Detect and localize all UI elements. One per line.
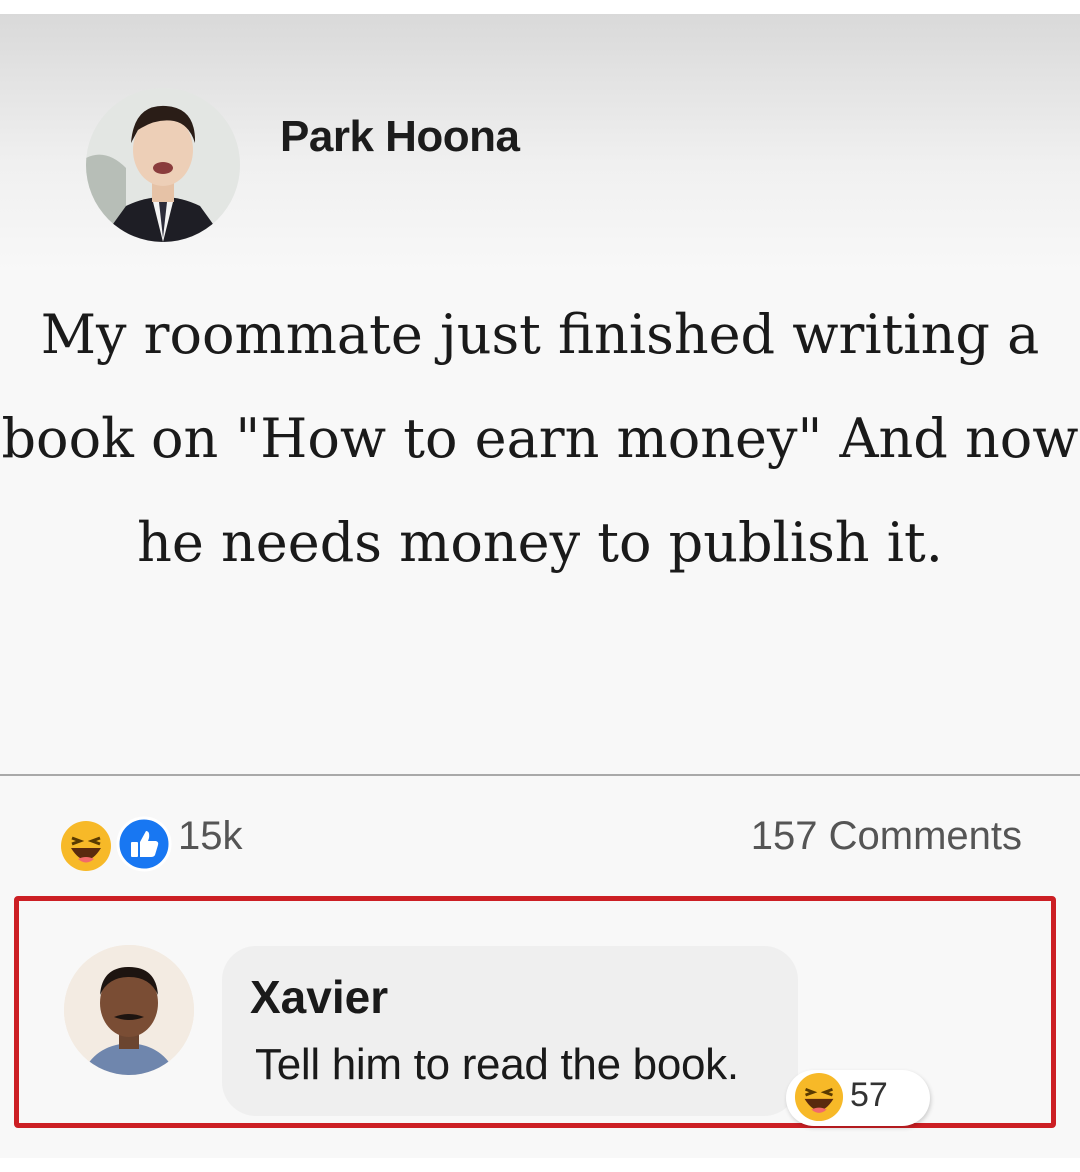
- divider: [0, 774, 1080, 776]
- reaction-count[interactable]: 15k: [178, 814, 243, 859]
- author-avatar[interactable]: [86, 88, 240, 242]
- comment-reaction-count: 57: [850, 1076, 888, 1114]
- like-icon: [116, 816, 172, 872]
- post-text: My roommate just finished writing a book…: [1, 303, 1079, 574]
- haha-icon: [794, 1072, 844, 1122]
- commenter-name[interactable]: Xavier: [250, 970, 388, 1024]
- comments-count-link[interactable]: 157 Comments: [751, 814, 1022, 859]
- comment-text: Tell him to read the book.: [255, 1040, 739, 1089]
- commenter-avatar[interactable]: [64, 945, 194, 1075]
- author-name[interactable]: Park Hoona: [280, 112, 520, 162]
- haha-icon: [60, 820, 112, 872]
